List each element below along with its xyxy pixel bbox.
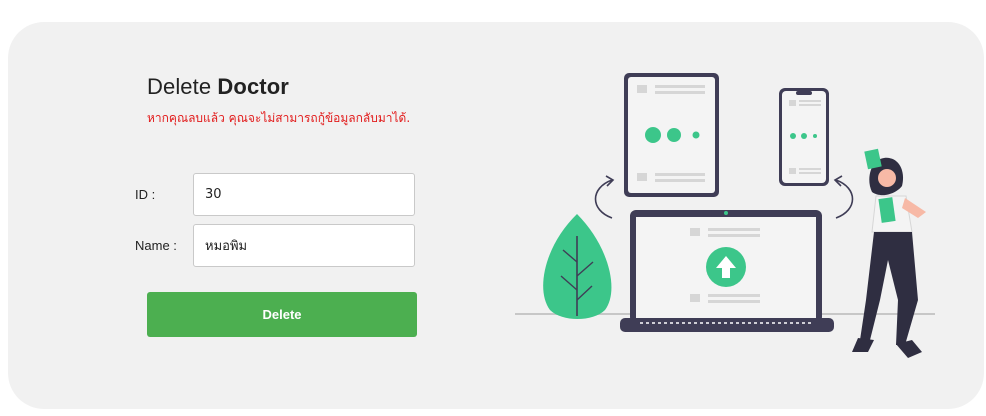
name-label: Name : <box>135 238 177 253</box>
plant-icon <box>543 214 612 319</box>
upload-arrow-icon <box>706 247 746 287</box>
delete-warning-text: หากคุณลบแล้ว คุณจะไม่สามารถกู้ข้อมูลกลับ… <box>147 111 411 125</box>
name-input[interactable] <box>193 224 415 267</box>
woman-illustration <box>852 148 926 358</box>
id-label: ID : <box>135 187 156 202</box>
devices-illustration <box>515 73 935 358</box>
tablet-icon <box>624 73 719 197</box>
phone-icon <box>779 88 829 186</box>
page-title: Delete Doctor <box>147 74 289 100</box>
id-input[interactable] <box>193 173 415 216</box>
delete-button[interactable]: Delete <box>147 292 417 337</box>
title-entity: Doctor <box>217 74 289 99</box>
title-prefix: Delete <box>147 74 212 99</box>
